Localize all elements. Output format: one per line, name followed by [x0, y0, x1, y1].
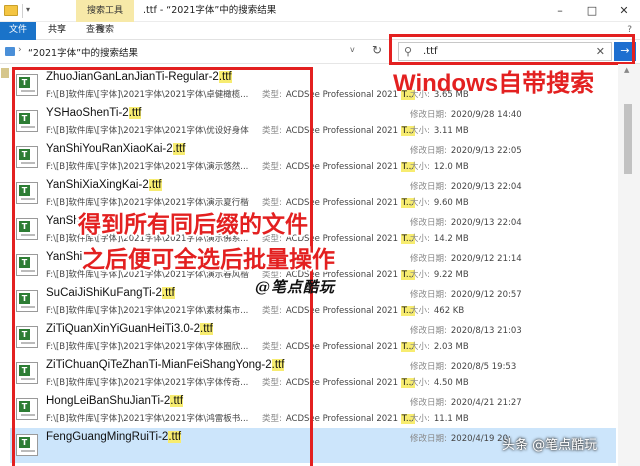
size-value: 3.11 MB	[433, 126, 469, 136]
file-modified: 修改日期: 2020/4/19 20:	[410, 432, 511, 444]
file-size: 大小: 9.60 MB	[410, 196, 469, 208]
modified-label: 修改日期:	[410, 434, 447, 444]
maximize-button[interactable]: □	[576, 0, 608, 22]
file-modified: 修改日期: 2020/9/12 20:57	[410, 288, 522, 300]
file-size: 大小: 462 KB	[410, 304, 464, 316]
chevron-right-icon: ›	[18, 45, 22, 55]
file-modified: 修改日期: 2020/9/13 22:04	[410, 180, 522, 192]
size-label: 大小:	[410, 342, 430, 352]
navigation-pane	[0, 64, 10, 466]
modified-value: 2020/8/5 19:53	[450, 362, 517, 372]
search-highlight-box	[389, 34, 635, 65]
size-value: 3.65 MB	[433, 90, 469, 100]
file-size: 大小: 11.1 MB	[410, 412, 469, 424]
title-bar: ▾ 搜索工具 .ttf - “2021字体”中的搜索结果 – □ ✕	[0, 0, 640, 22]
size-label: 大小:	[410, 126, 430, 136]
window-title: .ttf - “2021字体”中的搜索结果	[143, 5, 277, 16]
size-value: 2.03 MB	[433, 342, 469, 352]
modified-value: 2020/9/13 22:04	[450, 182, 522, 192]
size-label: 大小:	[410, 270, 430, 280]
quick-access-folder-icon[interactable]	[1, 68, 9, 78]
size-value: 462 KB	[433, 306, 465, 316]
file-size: 大小: 3.65 MB	[410, 88, 469, 100]
folder-icon	[4, 5, 18, 16]
modified-label: 修改日期:	[410, 326, 447, 336]
modified-label: 修改日期:	[410, 182, 447, 192]
tab-file-label	[0, 22, 36, 40]
file-modified: 修改日期: 2020/9/28 14:40	[410, 108, 522, 120]
modified-label: 修改日期:	[410, 110, 447, 120]
modified-value: 2020/9/12 21:14	[450, 254, 522, 264]
refresh-icon[interactable]: ↻	[372, 43, 382, 57]
watermark: 头条 @笔点酷玩	[502, 438, 598, 453]
file-size: 大小: 14.2 MB	[410, 232, 469, 244]
file-size: 大小: 3.11 MB	[410, 124, 469, 136]
file-modified: 修改日期: 2020/9/13 22:04	[410, 216, 522, 228]
size-value: 12.0 MB	[433, 162, 469, 172]
file-modified: 修改日期: 2020/9/13 22:05	[410, 144, 522, 156]
modified-label: 修改日期:	[410, 290, 447, 300]
size-value: 14.2 MB	[433, 234, 469, 244]
modified-value: 2020/9/13 22:04	[450, 218, 522, 228]
file-modified: 修改日期: 2020/8/13 21:03	[410, 324, 522, 336]
context-tab-search-tools: 搜索工具	[76, 0, 134, 22]
size-label: 大小:	[410, 198, 430, 208]
file-modified: 修改日期: 2020/9/12 21:14	[410, 252, 522, 264]
vertical-scrollbar[interactable]: ▲	[618, 64, 640, 466]
modified-value: 2020/4/21 21:27	[450, 398, 522, 408]
file-modified: 修改日期: 2020/8/5 19:53	[410, 360, 516, 372]
modified-label: 修改日期:	[410, 254, 447, 264]
address-dropdown-icon[interactable]: v	[350, 45, 355, 54]
quick-access-dropdown-icon[interactable]: ▾	[26, 5, 30, 14]
size-label: 大小:	[410, 90, 430, 100]
file-size: 大小: 9.22 MB	[410, 268, 469, 280]
modified-label: 修改日期:	[410, 362, 447, 372]
modified-value: 2020/9/13 22:05	[450, 146, 522, 156]
file-size: 大小: 2.03 MB	[410, 340, 469, 352]
annotation-line-2: 之后便可全选后批量操作	[80, 244, 337, 274]
scroll-up-icon[interactable]: ▲	[624, 66, 629, 74]
search-results-icon	[5, 47, 15, 56]
tab-search[interactable]: 搜索	[76, 22, 134, 40]
modified-label: 修改日期:	[410, 146, 447, 156]
size-label: 大小:	[410, 162, 430, 172]
size-label: 大小:	[410, 414, 430, 424]
scroll-thumb[interactable]	[624, 104, 632, 174]
address-path[interactable]: “2021字体”中的搜索结果	[28, 45, 138, 59]
close-button[interactable]: ✕	[608, 0, 640, 22]
file-modified: 修改日期: 2020/4/21 21:27	[410, 396, 522, 408]
size-label: 大小:	[410, 378, 430, 388]
size-value: 9.60 MB	[433, 198, 469, 208]
size-value: 11.1 MB	[433, 414, 469, 424]
minimize-button[interactable]: –	[544, 0, 576, 22]
modified-label: 修改日期:	[410, 218, 447, 228]
size-label: 大小:	[410, 306, 430, 316]
quick-access-separator	[22, 4, 23, 18]
modified-value: 2020/9/28 14:40	[450, 110, 522, 120]
file-size: 大小: 4.50 MB	[410, 376, 469, 388]
modified-value: 2020/8/13 21:03	[450, 326, 522, 336]
size-value: 4.50 MB	[433, 378, 469, 388]
file-size: 大小: 12.0 MB	[410, 160, 469, 172]
annotation-line-1: 得到所有同后缀的文件	[76, 209, 310, 239]
modified-value: 2020/9/12 20:57	[450, 290, 522, 300]
author-signature: @笔点酷玩	[255, 278, 336, 296]
size-label: 大小:	[410, 234, 430, 244]
modified-label: 修改日期:	[410, 398, 447, 408]
window-controls: – □ ✕	[544, 0, 640, 22]
size-value: 9.22 MB	[433, 270, 469, 280]
